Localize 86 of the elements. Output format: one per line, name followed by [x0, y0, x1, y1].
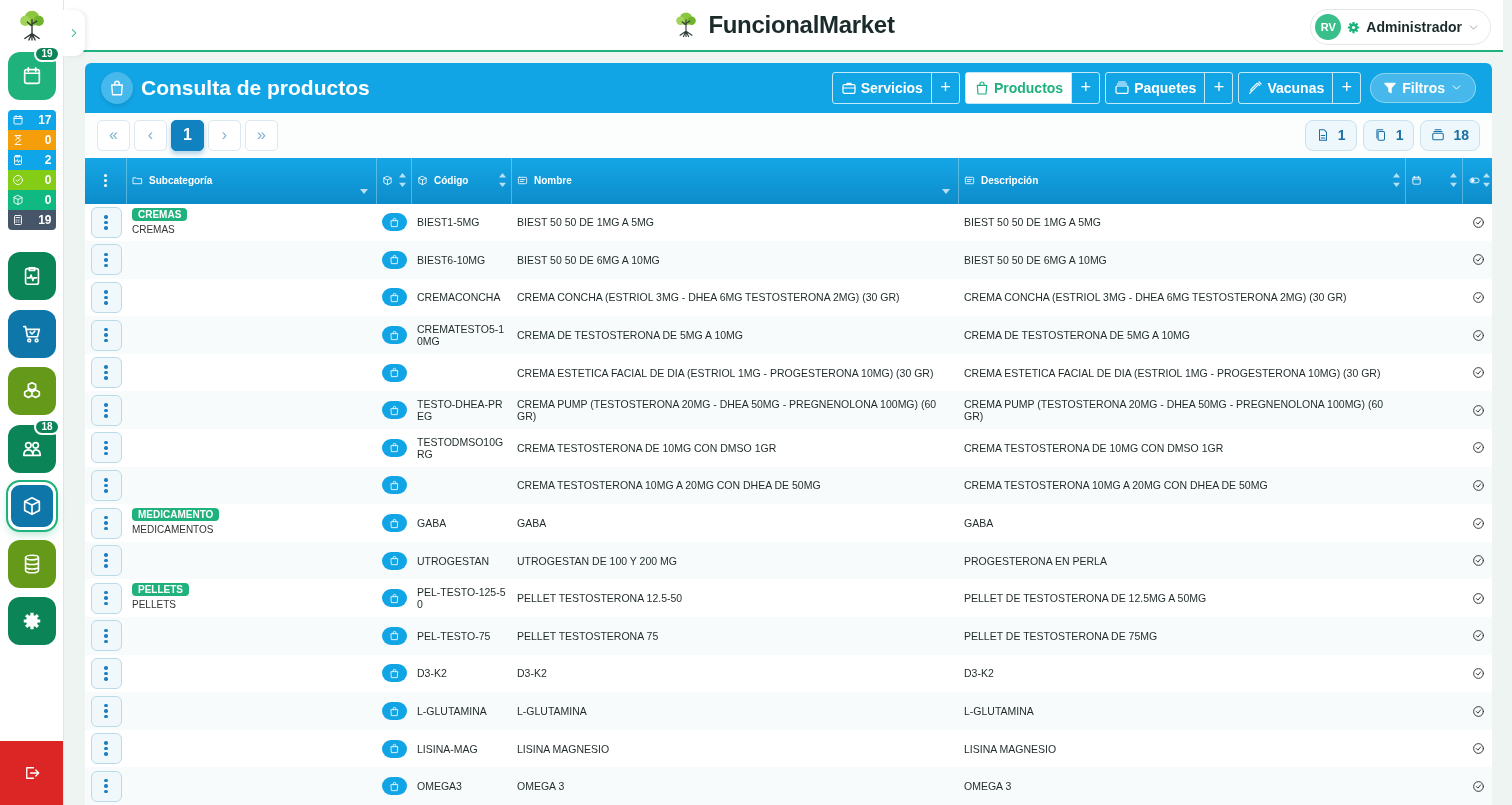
- description-cell: CREMA DE TESTOSTERONA DE 5MG A 10MG: [964, 329, 1190, 342]
- description-cell: PROGESTERONA EN PERLA: [964, 554, 1107, 567]
- tab[interactable]: Paquetes: [1106, 72, 1205, 103]
- subcategory-text: MEDICAMENTOS: [132, 524, 214, 537]
- status-counter[interactable]: 19: [7, 210, 56, 230]
- column-header[interactable]: Subcategoría: [127, 157, 377, 204]
- name-cell: CREMA TESTOSTERONA 10MG A 20MG CON DHEA DE 50MG: [517, 479, 821, 492]
- description-cell: CREMA ESTETICA FACIAL DE DIA (ESTRIOL 1MG - PROGESTERONA 10MG) (30 GR): [964, 366, 1381, 379]
- page-button[interactable]: 1: [171, 119, 204, 151]
- subcategory-text: CREMAS: [132, 223, 175, 236]
- code-cell: L-GLUTAMINA: [417, 705, 487, 717]
- status-counter[interactable]: 2: [7, 150, 56, 170]
- name-cell: PELLET TESTOSTERONA 12.5-50: [517, 592, 683, 605]
- add-button[interactable]: +: [1204, 72, 1233, 103]
- name-cell: PELLET TESTOSTERONA 75: [517, 629, 659, 642]
- tab[interactable]: Servicios: [832, 72, 931, 103]
- description-cell: CREMA CONCHA (ESTRIOL 3MG - DHEA 6MG TESTOSTERONA 2MG) (30 GR): [964, 291, 1347, 304]
- name-cell: BIEST 50 50 DE 6MG A 10MG: [517, 253, 660, 266]
- count-badge: 19: [34, 46, 60, 62]
- add-button[interactable]: +: [1071, 72, 1100, 103]
- category-tag: PELLETS: [132, 583, 189, 597]
- name-cell: CREMA DE TESTOSTERONA DE 5MG A 10MG: [517, 329, 743, 342]
- code-cell: PEL-TESTO-75: [417, 629, 491, 642]
- subcategory-text: PELLETS: [132, 599, 176, 612]
- tab[interactable]: Productos: [965, 72, 1072, 103]
- description-cell: OMEGA 3: [964, 780, 1012, 793]
- description-cell: LISINA MAGNESIO: [964, 742, 1057, 755]
- page-button[interactable]: ‹: [134, 119, 167, 151]
- count-badge: 18: [34, 418, 60, 435]
- code-cell: UTROGESTAN: [417, 554, 490, 567]
- column-header[interactable]: Descripción: [959, 157, 1406, 204]
- status-counter[interactable]: 0: [7, 170, 56, 190]
- filter-button[interactable]: Filtros: [1370, 72, 1476, 103]
- add-button[interactable]: +: [1332, 72, 1361, 103]
- brand-name: FuncionalMarket: [708, 11, 895, 39]
- code-cell-text: TESTODMSO10GRG: [417, 435, 505, 460]
- code-cell: PEL-TESTO-125-50: [417, 586, 507, 611]
- description-cell: PELLET DE TESTOSTERONA DE 12.5MG A 50MG: [964, 592, 1207, 605]
- description-cell: BIEST 50 50 DE 6MG A 10MG: [964, 253, 1107, 266]
- code-cell-text: CREMATESTO5-10MG: [417, 323, 506, 348]
- description-cell: PELLET DE TESTOSTERONA DE 75MG: [964, 629, 1158, 642]
- add-button[interactable]: +: [930, 72, 959, 103]
- status-counter[interactable]: 0: [7, 130, 56, 150]
- code-cell: D3-K2: [417, 667, 447, 680]
- count-chip[interactable]: 1: [1362, 119, 1415, 151]
- description-cell: CREMA TESTOSTERONA DE 10MG CON DMSO 1GR: [964, 441, 1224, 454]
- tab[interactable]: Vacunas: [1239, 72, 1333, 103]
- page-button[interactable]: ›: [208, 119, 241, 151]
- page-title: Consulta de productos: [141, 75, 370, 100]
- status-counter[interactable]: 17: [7, 110, 56, 130]
- count-chip[interactable]: 18: [1420, 119, 1480, 151]
- status-counter[interactable]: 0: [7, 190, 56, 210]
- name-cell: LISINA MAGNESIO: [517, 742, 610, 755]
- description-cell: D3-K2: [964, 667, 994, 680]
- code-cell: OMEGA3: [417, 780, 462, 793]
- code-cell: LISINA-MAG: [417, 742, 478, 755]
- description-cell: BIEST 50 50 DE 1MG A 5MG: [964, 216, 1101, 229]
- user-menu[interactable]: RV Administrador: [1310, 9, 1491, 45]
- name-cell: BIEST 50 50 DE 1MG A 5MG: [517, 216, 654, 229]
- description-cell: L-GLUTAMINA: [964, 705, 1034, 717]
- column-header[interactable]: Nombre: [512, 157, 959, 204]
- column-header[interactable]: Código: [412, 157, 512, 204]
- category-tag: MEDICAMENTO: [132, 508, 220, 522]
- name-cell-text: CREMA PUMP (TESTOSTERONA 20MG - DHEA 50MG - PREGNENOLONA 100MG) (60 GR): [517, 398, 938, 423]
- name-cell: UTROGESTAN DE 100 Y 200 MG: [517, 554, 677, 567]
- page-button[interactable]: »: [245, 119, 278, 151]
- name-cell: CREMA ESTETICA FACIAL DE DIA (ESTRIOL 1MG - PROGESTERONA 10MG) (30 GR): [517, 366, 934, 379]
- name-cell: OMEGA 3: [517, 780, 565, 793]
- description-cell: GABA: [964, 517, 994, 530]
- description-cell-text: CREMA PUMP (TESTOSTERONA 20MG - DHEA 50MG - PREGNENOLONA 100MG) (60 GR): [964, 398, 1385, 423]
- user-role: Administrador: [1366, 19, 1462, 35]
- description-cell: CREMA TESTOSTERONA 10MG A 20MG CON DHEA DE 50MG: [964, 479, 1268, 492]
- name-cell: GABA: [517, 517, 547, 530]
- code-cell-text: TESTO-DHEA-PREG: [417, 398, 504, 423]
- name-cell: CREMA CONCHA (ESTRIOL 3MG - DHEA 6MG TESTOSTERONA 2MG) (30 GR): [517, 291, 900, 304]
- page-button[interactable]: «: [97, 119, 130, 151]
- code-cell: BIEST1-5MG: [417, 216, 480, 229]
- name-cell: D3-K2: [517, 667, 547, 680]
- name-cell: L-GLUTAMINA: [517, 705, 587, 717]
- category-tag: CREMAS: [132, 207, 188, 221]
- code-cell: GABA: [417, 517, 447, 530]
- code-cell: CREMACONCHA: [417, 291, 501, 304]
- count-chip[interactable]: 1: [1304, 119, 1357, 151]
- user-avatar: RV: [1315, 14, 1342, 40]
- code-cell: BIEST6-10MG: [417, 253, 486, 266]
- name-cell: CREMA TESTOSTERONA DE 10MG CON DMSO 1GR: [517, 441, 777, 454]
